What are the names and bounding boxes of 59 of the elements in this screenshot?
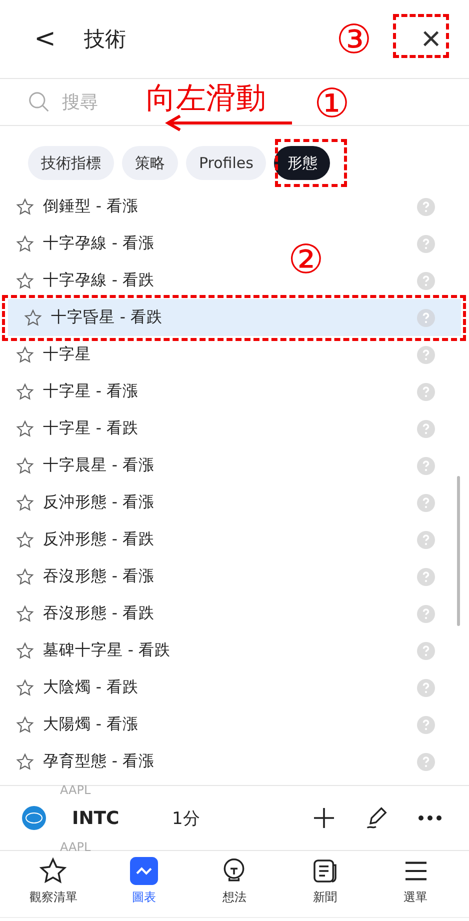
nav-tab[interactable]: 觀察清單	[18, 851, 88, 917]
star-icon[interactable]	[16, 456, 34, 474]
newspaper-icon	[311, 857, 340, 885]
pattern-name[interactable]: 大陰燭 - 看跌	[43, 677, 417, 698]
pattern-name[interactable]: 孕育型態 - 看漲	[43, 751, 417, 772]
plus-icon[interactable]	[312, 806, 336, 830]
star-icon[interactable]	[16, 716, 34, 734]
star-icon[interactable]	[16, 382, 34, 400]
star-icon[interactable]	[16, 568, 34, 586]
step-marker: ③	[336, 20, 372, 60]
back-button[interactable]: <	[30, 24, 60, 54]
nav-tab[interactable]: 想法	[199, 851, 270, 917]
star-icon[interactable]	[16, 642, 34, 660]
page-title: 技術	[84, 26, 126, 53]
symbol-name[interactable]: INTC	[72, 808, 172, 828]
star-icon[interactable]	[16, 604, 34, 622]
search-icon	[28, 91, 50, 113]
more-icon[interactable]	[418, 815, 442, 821]
category-tab[interactable]: 技術指標	[28, 146, 114, 180]
pattern-name[interactable]: 倒錘型 - 看漲	[43, 196, 417, 217]
pattern-name[interactable]: 反沖形態 - 看跌	[43, 529, 417, 550]
star-icon[interactable]	[16, 234, 34, 252]
pattern-name[interactable]: 墓碑十字星 - 看跌	[43, 640, 417, 661]
pattern-name[interactable]: 吞沒形態 - 看漲	[43, 566, 417, 587]
pattern-name[interactable]: 反沖形態 - 看漲	[43, 492, 417, 513]
annotation-frame	[393, 14, 449, 58]
pattern-name[interactable]: 十字星 - 看跌	[43, 418, 417, 439]
selected-pattern-row[interactable]: 十字昏星 - 看跌	[8, 299, 461, 336]
pattern-name[interactable]: 十字星	[43, 344, 417, 365]
category-tab[interactable]: Profiles	[186, 146, 266, 180]
pattern-name[interactable]: 十字星 - 看漲	[43, 381, 417, 402]
step-marker: ②	[288, 240, 324, 280]
star-icon[interactable]	[16, 420, 34, 438]
nav-tab[interactable]: 選單	[380, 851, 451, 917]
category-tab[interactable]: 策略	[122, 146, 178, 180]
pattern-name[interactable]: 十字昏星 - 看跌	[51, 307, 417, 328]
previous-symbol: AAPL	[60, 783, 91, 797]
interval-label[interactable]: 1分	[172, 806, 299, 830]
star-icon[interactable]	[16, 678, 34, 696]
star-icon	[39, 857, 68, 885]
step-marker: ①	[314, 84, 350, 124]
star-icon[interactable]	[16, 494, 34, 512]
company-logo-icon	[22, 806, 46, 830]
star-icon[interactable]	[16, 752, 34, 770]
next-symbol: AAPL	[60, 840, 91, 854]
close-button[interactable]: ×	[413, 22, 449, 56]
star-icon[interactable]	[16, 346, 34, 364]
star-icon[interactable]	[16, 272, 34, 290]
chart-icon	[130, 857, 158, 885]
annotation-frame	[275, 139, 347, 187]
nav-tab[interactable]: 新聞	[290, 851, 360, 917]
nav-tab[interactable]: 圖表	[108, 851, 179, 917]
star-icon[interactable]	[24, 308, 42, 326]
pattern-name[interactable]: 吞沒形態 - 看跌	[43, 603, 417, 624]
star-icon[interactable]	[16, 530, 34, 548]
pattern-name[interactable]: 大陽燭 - 看漲	[43, 714, 417, 735]
pattern-name[interactable]: 十字晨星 - 看漲	[43, 455, 417, 476]
category-tab[interactable]: 形態	[274, 146, 330, 180]
star-icon[interactable]	[16, 198, 34, 216]
